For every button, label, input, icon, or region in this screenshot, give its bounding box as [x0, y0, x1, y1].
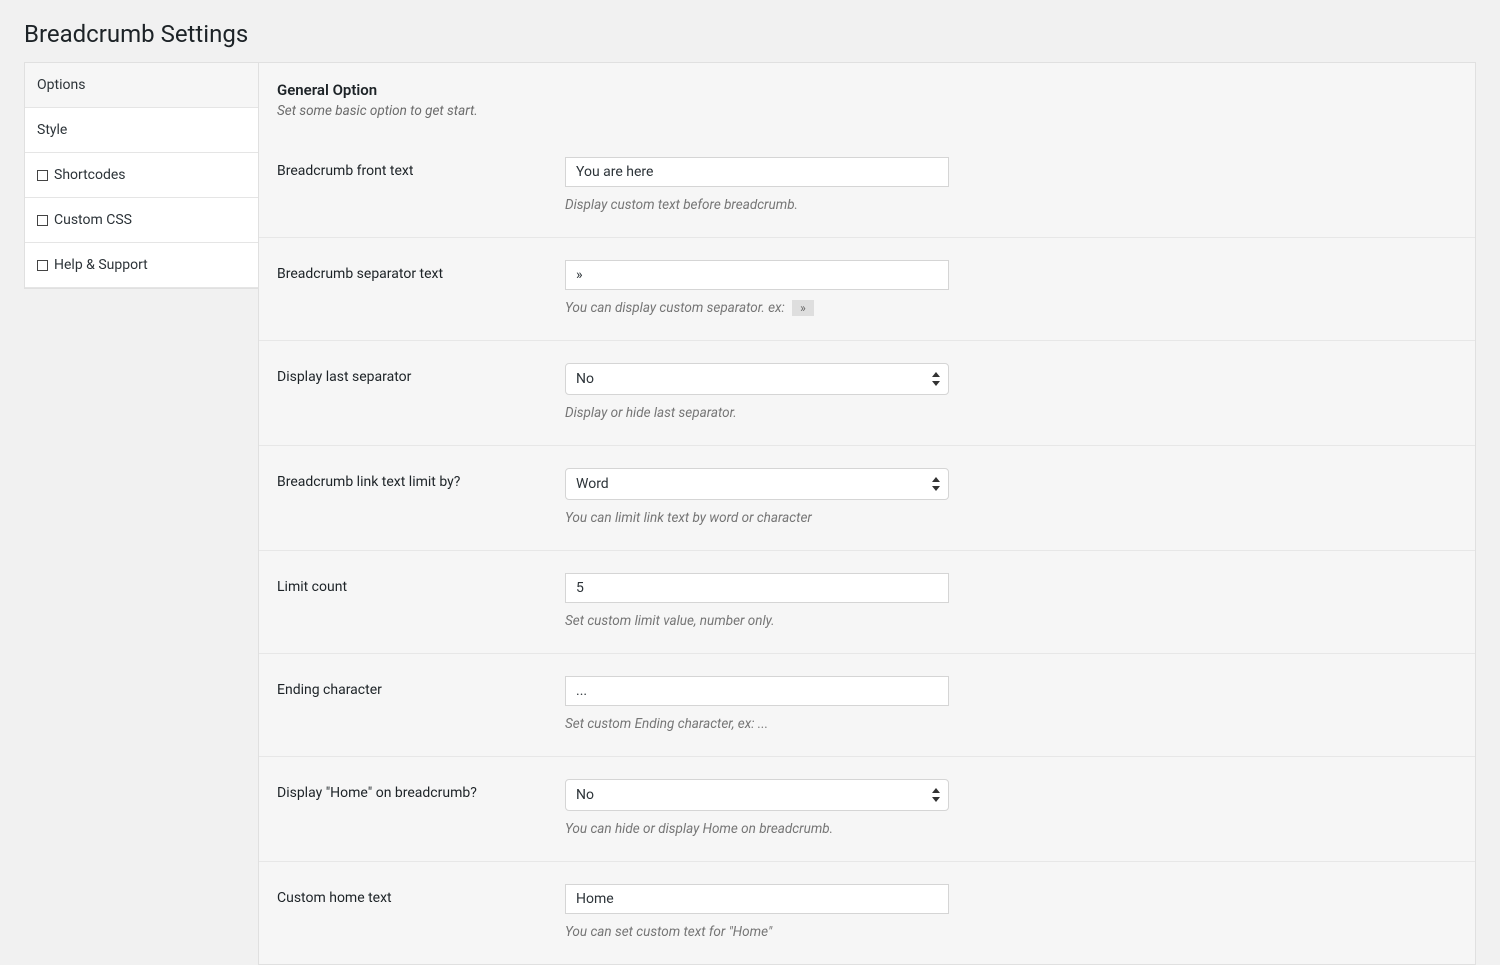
sidebar-item-label: Style [37, 122, 67, 138]
field-help: You can set custom text for "Home" [565, 924, 1457, 940]
page-title: Breadcrumb Settings [24, 20, 1476, 48]
field-help: Set custom limit value, number only. [565, 613, 1457, 629]
sidebar-item-help-support[interactable]: Help & Support [25, 243, 258, 288]
sidebar-item-custom-css[interactable]: Custom CSS [25, 198, 258, 243]
sidebar-item-label: Custom CSS [54, 212, 132, 228]
front-text-input[interactable] [565, 157, 949, 187]
box-icon [37, 260, 48, 271]
display-home-select[interactable] [565, 779, 949, 811]
sidebar-item-label: Shortcodes [54, 167, 126, 183]
sidebar-item-shortcodes[interactable]: Shortcodes [25, 153, 258, 198]
field-label: Ending character [277, 676, 565, 732]
field-ending-char: Ending character Set custom Ending chara… [259, 654, 1475, 757]
field-help: Set custom Ending character, ex: ... [565, 716, 1457, 732]
field-separator-text: Breadcrumb separator text You can displa… [259, 238, 1475, 341]
field-display-home: Display "Home" on breadcrumb? You can hi… [259, 757, 1475, 862]
field-limit-count: Limit count Set custom limit value, numb… [259, 551, 1475, 654]
field-limit-by: Breadcrumb link text limit by? You can l… [259, 446, 1475, 551]
field-help: You can hide or display Home on breadcru… [565, 821, 1457, 837]
field-label: Display "Home" on breadcrumb? [277, 779, 565, 837]
field-label: Display last separator [277, 363, 565, 421]
field-help: Display or hide last separator. [565, 405, 1457, 421]
sidebar-item-options[interactable]: Options [25, 63, 258, 108]
limit-by-select[interactable] [565, 468, 949, 500]
field-label: Custom home text [277, 884, 565, 940]
field-help: Display custom text before breadcrumb. [565, 197, 1457, 213]
field-last-separator: Display last separator Display or hide l… [259, 341, 1475, 446]
sidebar-item-label: Help & Support [54, 257, 148, 273]
limit-count-input[interactable] [565, 573, 949, 603]
field-help: You can limit link text by word or chara… [565, 510, 1457, 526]
ending-char-input[interactable] [565, 676, 949, 706]
field-help: You can display custom separator. ex: » [565, 300, 1457, 316]
section-title: General Option [277, 81, 1457, 99]
sidebar-item-label: Options [37, 77, 85, 93]
box-icon [37, 215, 48, 226]
settings-sidebar: Options Style Shortcodes Custom CSS Help… [24, 62, 258, 289]
section-description: Set some basic option to get start. [277, 103, 1457, 119]
field-label: Limit count [277, 573, 565, 629]
separator-text-input[interactable] [565, 260, 949, 290]
last-separator-select[interactable] [565, 363, 949, 395]
settings-content: General Option Set some basic option to … [258, 62, 1476, 965]
field-label: Breadcrumb separator text [277, 260, 565, 316]
sidebar-item-style[interactable]: Style [25, 108, 258, 153]
field-label: Breadcrumb front text [277, 157, 565, 213]
field-home-text: Custom home text You can set custom text… [259, 862, 1475, 964]
home-text-input[interactable] [565, 884, 949, 914]
field-front-text: Breadcrumb front text Display custom tex… [259, 135, 1475, 238]
field-label: Breadcrumb link text limit by? [277, 468, 565, 526]
box-icon [37, 170, 48, 181]
help-code-example: » [792, 300, 814, 316]
